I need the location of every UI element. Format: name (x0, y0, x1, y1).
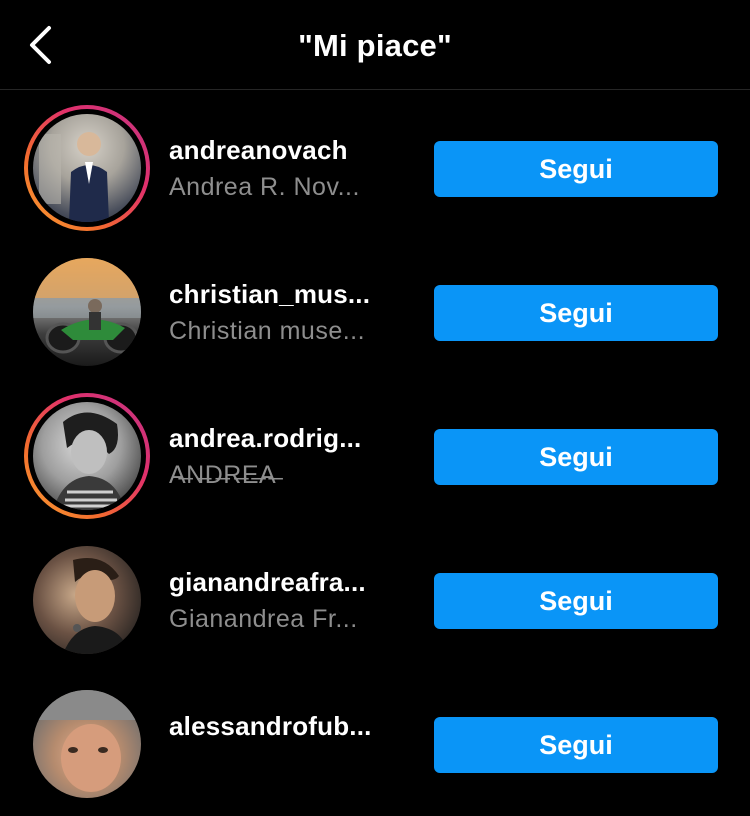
list-item[interactable]: andrea.rodrig... A̶N̶D̶R̶E̶A̶ Segui (0, 384, 750, 528)
list-item[interactable]: gianandreafra... Gianandrea Fr... Segui (0, 528, 750, 672)
list-item[interactable]: andreanovach Andrea R. Nov... Segui (0, 96, 750, 240)
avatar (33, 546, 141, 654)
username[interactable]: andreanovach (169, 134, 409, 166)
username[interactable]: christian_mus... (169, 278, 409, 310)
likes-list: andreanovach Andrea R. Nov... Segui chri… (0, 96, 750, 816)
navigation-bar: "Mi piace" (0, 0, 750, 90)
follow-button[interactable]: Segui (434, 573, 718, 629)
follow-button[interactable]: Segui (434, 141, 718, 197)
avatar (33, 258, 141, 366)
full-name: Christian muse... (169, 317, 366, 345)
list-item[interactable]: alessandrofub... Segui (0, 672, 750, 816)
full-name: Andrea R. Nov... (169, 173, 360, 201)
username[interactable]: alessandrofub... (169, 710, 409, 742)
follow-button[interactable]: Segui (434, 717, 718, 773)
story-ring[interactable] (24, 393, 150, 519)
username[interactable]: andrea.rodrig... (169, 422, 409, 454)
avatar-frame[interactable] (24, 249, 150, 375)
page-title: "Mi piace" (298, 28, 452, 63)
follow-button[interactable]: Segui (434, 429, 718, 485)
full-name: A̶N̶D̶R̶E̶A̶ (169, 461, 277, 489)
story-ring[interactable] (24, 105, 150, 231)
avatar-frame[interactable] (24, 537, 150, 663)
avatar-frame[interactable] (24, 681, 150, 807)
avatar (33, 114, 141, 222)
username[interactable]: gianandreafra... (169, 566, 409, 598)
full-name: Gianandrea Fr... (169, 605, 358, 633)
follow-button[interactable]: Segui (434, 285, 718, 341)
avatar (33, 402, 141, 510)
avatar (33, 690, 141, 798)
list-item[interactable]: christian_mus... Christian muse... Segui (0, 240, 750, 384)
